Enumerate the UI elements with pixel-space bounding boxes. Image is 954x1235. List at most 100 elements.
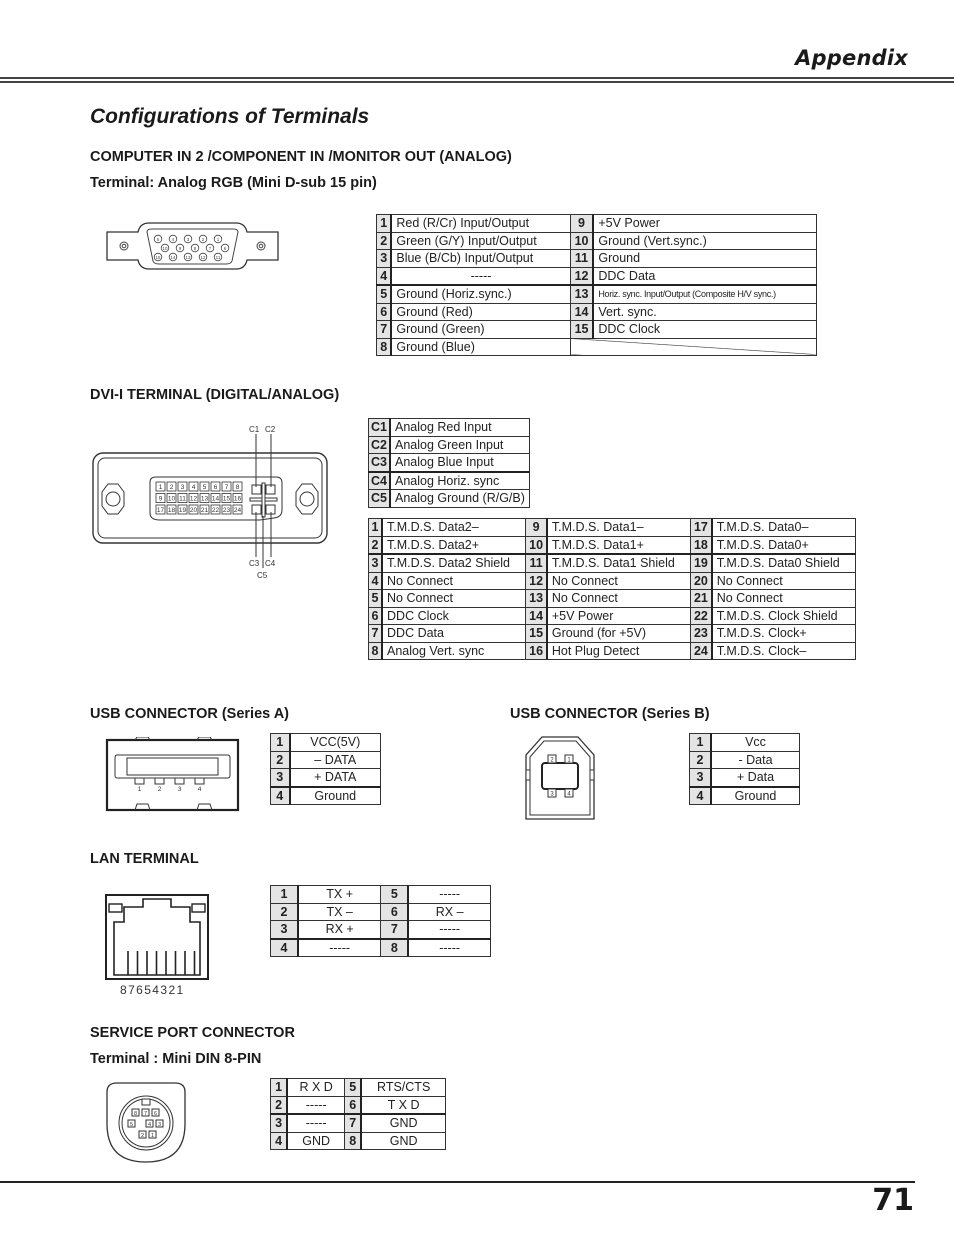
pin-signal: DDC Clock <box>592 320 818 339</box>
pin-signal: Blue (B/Cb) Input/Output <box>390 249 571 268</box>
mini-din-pin-label: 3 <box>158 1122 161 1128</box>
dvi-label-c5: C5 <box>257 571 268 580</box>
dvi-pin-label: 18 <box>168 507 176 514</box>
pin-signal: T.M.D.S. Clock– <box>711 641 856 660</box>
pin-signal: Ground <box>592 249 818 268</box>
pin-signal: VCC(5V) <box>289 733 381 752</box>
dvi-pin-label: 24 <box>234 507 242 514</box>
pin-signal: T.M.D.S. Clock Shield <box>711 606 856 625</box>
usb-a-heading: USB CONNECTOR (Series A) <box>90 706 290 722</box>
pin-number: 2 <box>269 750 291 769</box>
dvi-analog-pin-table: C1 Analog Red Input C2 Analog Green Input C3… <box>367 418 530 508</box>
table-row: 4 Ground <box>269 785 381 805</box>
table-row: 2– DATA <box>269 750 381 769</box>
pin-number: 10 <box>525 535 548 555</box>
table-row: C1 Analog Red Input <box>367 418 530 437</box>
pin-signal: – DATA <box>289 750 381 769</box>
pin-signal: GND <box>360 1131 447 1150</box>
pin-signal: T X D <box>360 1095 447 1115</box>
table-row: 3 + Data <box>689 768 801 787</box>
pin-number: 2 <box>269 902 299 921</box>
pin-number: 12 <box>525 571 548 590</box>
pin-number: 4 <box>270 1131 289 1150</box>
table-row: 1 VCC(5V) <box>269 733 381 752</box>
usb-b-pin-table: 1 Vcc 2- Data 3 + Data 4 Ground <box>689 733 801 805</box>
pin-signal: +5V Power <box>546 606 692 625</box>
dvi-label-c1: C1 <box>249 425 260 434</box>
dvi-pin-label: 7 <box>225 484 229 491</box>
pin-signal: T.M.D.S. Data1 Shield <box>546 553 692 573</box>
pin-signal: T.M.D.S. Data2– <box>381 518 527 537</box>
table-row: 7 Ground (Green) 15 DDC Clock <box>376 320 818 339</box>
table-row: 7 DDC Data 15 Ground (for +5V) 23 T.M.D.S. Cl… <box>368 624 856 643</box>
pin-number: 15 <box>569 320 595 339</box>
pin-number: 1 <box>376 214 393 233</box>
pin-signal: R X D <box>286 1078 346 1097</box>
table-row: 4 GND 8 GND <box>270 1131 447 1150</box>
pin-signal: Ground <box>289 785 381 805</box>
pin-signal: ----- <box>407 937 492 957</box>
pin-number: 13 <box>525 589 548 608</box>
pin-signal: T.M.D.S. Data0– <box>711 518 856 537</box>
pin-number: 7 <box>380 920 410 939</box>
table-row: 1 Red (R/Cr) Input/Output 9 +5V Power <box>376 214 818 233</box>
pin-signal: ----- <box>286 1095 346 1115</box>
vga-pin-label: 15 <box>155 255 161 260</box>
dvi-pin-label: 3 <box>181 484 185 491</box>
vga-pin-label: 10 <box>162 246 168 251</box>
table-row: 1 TX +5 ----- <box>269 885 492 904</box>
pin-signal: DDC Data <box>592 266 818 286</box>
pin-signal: Ground (Red) <box>390 302 571 321</box>
header-rule <box>0 77 954 79</box>
pin-signal: RTS/CTS <box>360 1078 447 1097</box>
dvi-pin-label: 13 <box>201 496 209 503</box>
pin-signal: Analog Green Input <box>389 435 530 454</box>
vga-pin-label: 11 <box>216 255 221 260</box>
pin-signal: No Connect <box>381 571 527 590</box>
pin-number: 2 <box>689 750 712 769</box>
table-row: C3 Analog Blue Input <box>367 453 530 472</box>
table-row: 6 Ground (Red) 14 Vert. sync. <box>376 302 818 321</box>
pin-number: 2 <box>376 231 393 250</box>
dvi-pin-label: 22 <box>212 507 220 514</box>
dvi-pin-label: 20 <box>190 507 198 514</box>
pin-number: 6 <box>376 302 393 321</box>
vga-connector-diagram: 5 4 3 2 110 9 8 7 615 14 13 12 11 <box>106 222 279 270</box>
pin-signal: + Data <box>710 768 801 787</box>
pin-number: 6 <box>380 902 410 921</box>
pin-signal: Analog Ground (R/G/B) <box>389 489 530 508</box>
usb-b-connector-diagram: 2 13 4 <box>525 736 595 820</box>
pin-number: 22 <box>690 606 713 625</box>
dvi-pin-label: 17 <box>157 507 165 514</box>
dvi-heading: DVI-I TERMINAL (DIGITAL/ANALOG) <box>90 387 340 403</box>
lan-connector-diagram <box>105 894 209 980</box>
table-row: 6 DDC Clock 14 +5V Power 22 T.M.D.S. Clock Sh… <box>368 606 856 625</box>
pin-number: C2 <box>367 435 392 454</box>
pin-signal: T.M.D.S. Data0+ <box>711 535 856 555</box>
pin-number: 3 <box>269 768 291 787</box>
mini-din-pin-label: 8 <box>134 1111 137 1117</box>
vga-pin-table: 1 Red (R/Cr) Input/Output 9 +5V Power 2 Green… <box>376 214 818 356</box>
usb-a-pin-label: 1 <box>138 786 142 793</box>
pin-signal: Vert. sync. <box>592 302 818 321</box>
pin-signal: Hot Plug Detect <box>546 641 692 660</box>
dvi-pin-label: 23 <box>223 507 231 514</box>
pin-number: 4 <box>376 266 393 286</box>
mini-din-pin-label: 4 <box>148 1122 151 1128</box>
pin-signal: Analog Horiz. sync <box>389 470 530 490</box>
pin-number: 5 <box>380 885 410 904</box>
pin-number: 3 <box>376 249 393 268</box>
pin-signal: No Connect <box>546 589 692 608</box>
dvi-pin-label: 2 <box>170 484 174 491</box>
pin-number: 1 <box>368 518 383 537</box>
vga-pin-label: 12 <box>200 255 206 260</box>
pin-signal: Vcc <box>710 733 801 752</box>
dvi-pin-label: 1 <box>159 484 163 491</box>
pin-number: 24 <box>690 641 713 660</box>
lan-pin-table: 1 TX +5 ----- 2 TX –6 RX –3 RX +7 ----- 4 ----- 8-… <box>269 885 492 957</box>
pin-number: 9 <box>569 214 595 233</box>
pin-signal: ----- <box>390 266 571 286</box>
table-row: C4 Analog Horiz. sync <box>367 470 530 490</box>
mini-din-pin-label: 5 <box>130 1122 133 1128</box>
mini-din-pin-label: 6 <box>154 1111 157 1117</box>
